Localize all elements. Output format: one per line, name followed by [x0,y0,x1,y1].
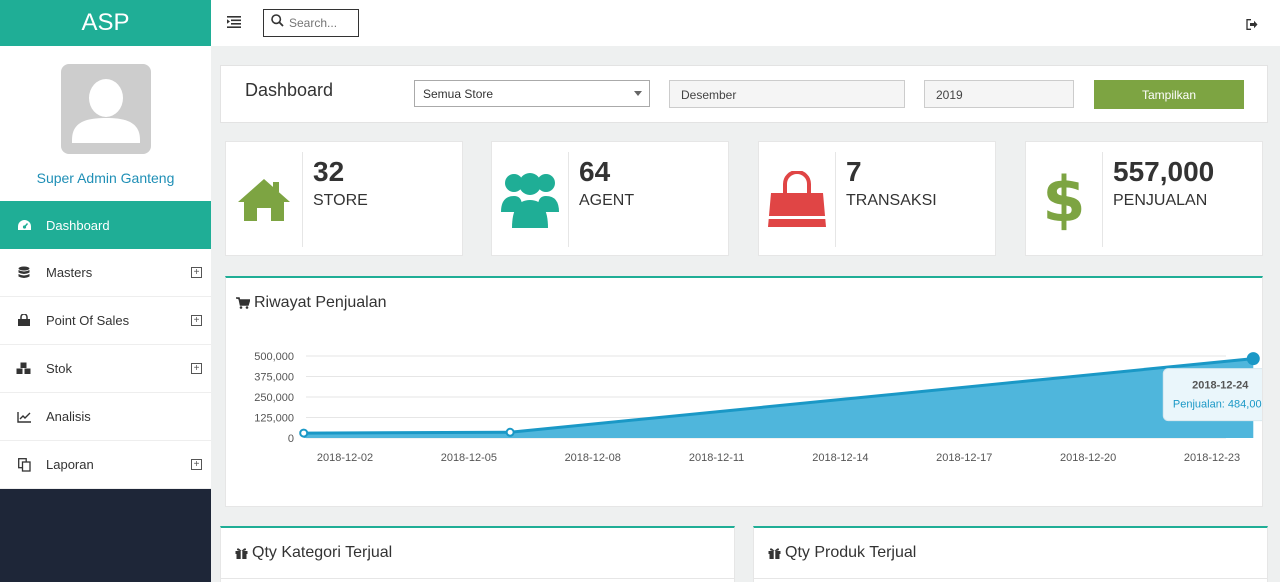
sidebar-item-stok[interactable]: Stok + [0,345,211,393]
year-field[interactable]: 2019 [924,80,1074,108]
x-tick-label: 2018-12-17 [936,452,992,464]
line-chart-icon [16,409,32,425]
stat-value: 7 [846,156,862,187]
series-area [303,358,1254,438]
logout-icon[interactable] [1246,17,1258,35]
store-select-value: Semua Store [423,87,494,101]
tooltip-value: Penjualan: 484,000 [1173,399,1262,411]
sidebar-item-laporan[interactable]: Laporan + [0,441,211,489]
topbar [211,0,1280,46]
divider [568,152,569,247]
divider [754,578,1267,579]
tooltip-date: 2018-12-24 [1192,380,1249,392]
stat-value: 32 [313,156,345,187]
product-qty-panel: Qty Produk Terjual [753,526,1268,582]
stat-card-penjualan: $ 557,000 PENJUALAN [1025,141,1263,256]
caret-down-icon [634,91,642,96]
home-icon [226,142,302,257]
sidebar-menu: Dashboard Masters + Point Of Sales + Sto… [0,201,211,489]
y-tick-label: 0 [288,433,294,445]
gift-icon [768,547,781,559]
shopping-bag-icon [16,313,32,329]
x-tick-label: 2018-12-11 [689,452,744,464]
panel-title-text: Qty Kategori Terjual [252,544,393,561]
expand-icon[interactable]: + [191,363,202,374]
sidebar-item-point-of-sales[interactable]: Point Of Sales + [0,297,211,345]
stat-card-store: 32 STORE [225,141,463,256]
search-icon [271,14,284,32]
data-point [505,427,515,437]
menu-toggle-icon[interactable] [227,15,241,29]
x-tick-label: 2018-12-14 [812,452,868,464]
sidebar-item-dashboard[interactable]: Dashboard [0,201,211,249]
gift-icon [235,547,248,559]
stat-card-transaksi: 7 TRANSAKSI [758,141,996,256]
divider [221,578,734,579]
data-point [1246,352,1260,366]
search-input[interactable] [289,16,353,30]
x-tick-label: 2018-12-23 [1184,452,1240,464]
y-tick-label: 250,000 [254,392,294,404]
stat-label: PENJUALAN [1113,192,1208,209]
user-name[interactable]: Super Admin Ganteng [0,170,211,186]
sidebar-item-label: Analisis [46,409,91,424]
page-title: Dashboard [245,80,334,100]
sidebar-item-label: Dashboard [46,217,110,233]
user-profile: Super Admin Ganteng [0,46,211,201]
sales-history-panel: Riwayat Penjualan 500,000 375,000 250,000 1… [225,276,1263,507]
month-field[interactable]: Desember [669,80,905,108]
sidebar-item-masters[interactable]: Masters + [0,249,211,297]
sales-area-chart[interactable]: 500,000 375,000 250,000 125,000 0 2018-12-02 2… [226,278,1262,507]
sidebar-item-label: Masters [46,265,93,280]
y-tick-label: 125,000 [254,413,294,425]
divider [302,152,303,247]
cubes-icon [16,361,32,377]
database-icon [16,265,32,281]
store-select[interactable]: Semua Store [414,80,650,107]
x-tick-label: 2018-12-08 [565,452,621,464]
expand-icon[interactable]: + [191,267,202,278]
x-tick-label: 2018-12-05 [441,452,497,464]
x-tick-label: 2018-12-20 [1060,452,1116,464]
divider [1102,152,1103,247]
x-tick-label: 2018-12-02 [317,452,373,464]
copy-icon [16,457,32,473]
stat-label: TRANSAKSI [846,192,937,209]
show-button[interactable]: Tampilkan [1094,80,1244,109]
tooltip-box [1162,368,1262,422]
divider [835,152,836,247]
sidebar-item-label: Stok [46,361,73,376]
avatar [60,64,151,154]
sidebar-item-label: Laporan [46,457,94,472]
stat-card-agent: 64 AGENT [491,141,729,256]
shopping-bag-icon [759,142,835,257]
data-point [299,428,309,438]
stat-label: STORE [313,192,368,209]
category-qty-panel: Qty Kategori Terjual [220,526,735,582]
expand-icon[interactable]: + [191,315,202,326]
stat-value: 64 [579,156,611,187]
panel-title: Qty Kategori Terjual [235,544,392,562]
y-tick-label: 500,000 [254,351,294,363]
brand-logo[interactable]: ASP [0,0,211,46]
stat-value: 557,000 [1113,156,1215,187]
panel-title-text: Qty Produk Terjual [785,544,917,561]
expand-icon[interactable]: + [191,459,202,470]
users-icon [492,142,568,257]
sidebar: ASP Super Admin Ganteng Dashboard Master… [0,0,211,582]
panel-title: Qty Produk Terjual [768,544,916,562]
stat-label: AGENT [579,192,635,209]
y-tick-label: 375,000 [254,372,294,384]
search-box[interactable] [263,9,359,37]
sidebar-item-label: Point Of Sales [46,313,130,328]
dollar-icon: $ [1042,162,1086,236]
dashboard-filter-panel: Dashboard Semua Store Desember 2019 Tamp… [220,65,1268,123]
dashboard-icon [16,217,32,233]
sidebar-item-analisis[interactable]: Analisis [0,393,211,441]
